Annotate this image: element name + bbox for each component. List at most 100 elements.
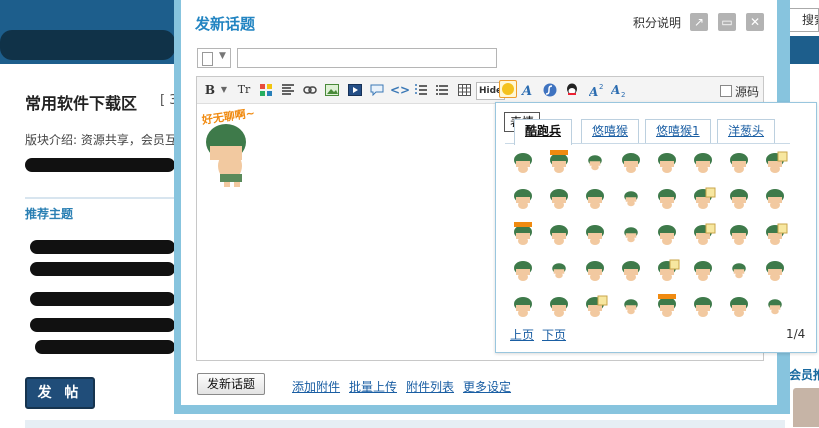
emoticon-soldier[interactable] xyxy=(654,222,680,246)
unordered-list-icon[interactable] xyxy=(434,80,450,100)
code-icon[interactable]: <> xyxy=(390,80,410,100)
right-nav-bar xyxy=(789,36,819,64)
emoticon-soldier-small[interactable] xyxy=(582,150,608,174)
emoticon-soldier[interactable] xyxy=(510,150,536,174)
link-icon[interactable] xyxy=(301,80,319,100)
add-attachment-link[interactable]: 添加附件 xyxy=(292,378,340,395)
table-icon[interactable] xyxy=(456,80,472,100)
maximize-icon[interactable]: ▭ xyxy=(718,13,736,31)
emoticon-soldier[interactable] xyxy=(654,150,680,174)
svg-text:2: 2 xyxy=(621,91,625,97)
emoticon-soldier-cheer[interactable] xyxy=(546,150,572,174)
points-info-link[interactable]: 积分说明 xyxy=(633,14,681,31)
image-icon[interactable] xyxy=(323,80,341,100)
emoticon-soldier[interactable] xyxy=(618,150,644,174)
text-style-icon[interactable]: A xyxy=(520,80,536,100)
emoticon-soldier-sign[interactable] xyxy=(762,150,788,174)
emoticon-soldier[interactable] xyxy=(510,294,536,318)
emoticon-soldier-cheer[interactable] xyxy=(510,222,536,246)
emoticon-soldier[interactable] xyxy=(762,258,788,282)
dialog-title: 发新话题 xyxy=(195,15,256,33)
batch-upload-link[interactable]: 批量上传 xyxy=(349,378,397,395)
document-icon xyxy=(202,52,213,66)
obscured-region xyxy=(30,318,175,332)
emoticon-soldier[interactable] xyxy=(726,222,752,246)
emoticon-soldier-small[interactable] xyxy=(762,294,788,318)
align-icon[interactable] xyxy=(280,80,296,100)
recommended-label: 推荐主题 xyxy=(25,207,74,221)
svg-text:A: A xyxy=(611,83,620,97)
emoticon-prev-page[interactable]: 上页 xyxy=(510,326,534,343)
smiley-icon xyxy=(502,83,514,95)
emoticon-button[interactable] xyxy=(499,80,517,98)
emoticon-soldier[interactable] xyxy=(582,258,608,282)
ordered-list-icon[interactable] xyxy=(413,80,429,100)
emoticon-soldier[interactable] xyxy=(510,258,536,282)
emoticon-tab-onion[interactable]: 洋葱头 xyxy=(717,119,776,143)
search-button[interactable]: 搜索 xyxy=(789,8,819,32)
emoticon-soldier-sign[interactable] xyxy=(690,186,716,210)
emoticon-tab-monkey[interactable]: 悠嘻猴 xyxy=(581,119,640,143)
forum-description: 版块介绍: 资源共享，会员互 xyxy=(25,133,175,147)
emoticon-tab-soldier[interactable]: 酷跑兵 xyxy=(514,119,573,145)
emoticon-tab-monkey-1[interactable]: 悠嘻猴1 xyxy=(645,119,711,143)
obscured-region xyxy=(30,262,175,276)
emoticon-soldier-small[interactable] xyxy=(726,258,752,282)
close-icon[interactable]: ✕ xyxy=(746,13,764,31)
member-label: 会员推 xyxy=(789,368,819,382)
subscript-icon[interactable]: A2 xyxy=(610,80,628,100)
obscured-region xyxy=(0,30,175,60)
bold-button[interactable]: B xyxy=(204,80,216,100)
emoticon-soldier[interactable] xyxy=(582,222,608,246)
inserted-emoticon-image: 好无聊啊~ xyxy=(200,106,270,188)
emoticon-soldier[interactable] xyxy=(690,258,716,282)
avatar[interactable] xyxy=(793,388,819,427)
media-icon[interactable] xyxy=(346,80,364,100)
emoticon-soldier-small[interactable] xyxy=(618,222,644,246)
emoticon-soldier-small[interactable] xyxy=(618,186,644,210)
more-settings-link[interactable]: 更多设定 xyxy=(463,378,511,395)
flash-icon[interactable] xyxy=(542,80,558,100)
emoticon-soldier-cheer[interactable] xyxy=(654,294,680,318)
emoticon-soldier[interactable] xyxy=(690,150,716,174)
emoticon-soldier-small[interactable] xyxy=(546,258,572,282)
emoticon-soldier[interactable] xyxy=(762,186,788,210)
emoticon-next-page[interactable]: 下页 xyxy=(542,326,566,343)
emoticon-soldier[interactable] xyxy=(726,294,752,318)
qq-icon[interactable] xyxy=(564,80,580,100)
attachment-list-link[interactable]: 附件列表 xyxy=(406,378,454,395)
emoticon-soldier-sign[interactable] xyxy=(582,294,608,318)
post-button[interactable]: 发 帖 xyxy=(25,377,95,409)
emoticon-soldier-sign[interactable] xyxy=(690,222,716,246)
popout-icon[interactable]: ↗ xyxy=(690,13,708,31)
obscured-region xyxy=(25,158,175,172)
emoticon-soldier-small[interactable] xyxy=(618,294,644,318)
emoticon-soldier-sign[interactable] xyxy=(762,222,788,246)
emoticon-soldier[interactable] xyxy=(546,222,572,246)
emoticon-soldier[interactable] xyxy=(582,186,608,210)
superscript-icon[interactable]: A2 xyxy=(588,80,606,100)
submit-topic-button[interactable]: 发新话题 xyxy=(197,373,265,395)
bold-dropdown-icon[interactable]: ▼ xyxy=(219,80,229,100)
emoticon-soldier[interactable] xyxy=(726,150,752,174)
chevron-down-icon: ▼ xyxy=(219,51,226,61)
svg-text:2: 2 xyxy=(599,83,603,91)
emoticon-soldier[interactable] xyxy=(654,186,680,210)
emoticon-soldier-sign[interactable] xyxy=(654,258,680,282)
post-type-select[interactable]: ▼ xyxy=(197,48,231,68)
source-mode-checkbox[interactable] xyxy=(720,85,732,97)
obscured-region xyxy=(35,340,175,354)
color-palette-icon[interactable] xyxy=(258,80,274,100)
emoticon-soldier[interactable] xyxy=(618,258,644,282)
emoticon-soldier[interactable] xyxy=(510,186,536,210)
emoticon-soldier[interactable] xyxy=(690,294,716,318)
source-mode-label: 源码 xyxy=(735,85,760,99)
emoticon-soldier[interactable] xyxy=(546,294,572,318)
font-size-button[interactable]: Tr xyxy=(234,80,254,100)
emoticon-soldier[interactable] xyxy=(726,186,752,210)
emoticon-soldier[interactable] xyxy=(546,186,572,210)
svg-text:A: A xyxy=(589,85,598,97)
recommended-section: 推荐主题 xyxy=(25,197,175,222)
quote-icon[interactable] xyxy=(368,80,386,100)
subject-input[interactable] xyxy=(237,48,497,68)
